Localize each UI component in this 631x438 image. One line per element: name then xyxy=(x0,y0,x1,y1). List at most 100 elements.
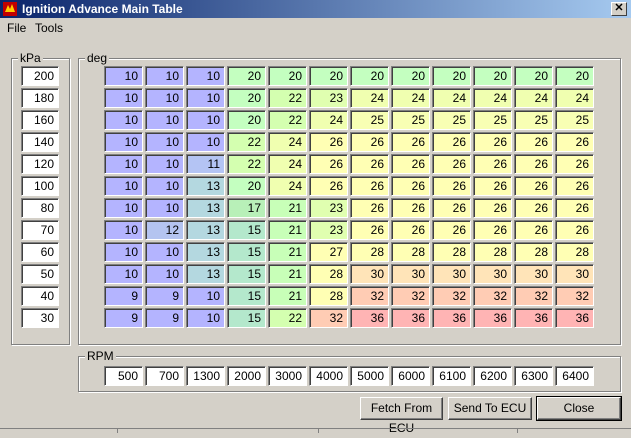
rpm-cell[interactable]: 1300 xyxy=(186,366,225,386)
table-cell[interactable]: 26 xyxy=(432,220,471,240)
kpa-cell[interactable]: 200 xyxy=(21,66,59,86)
table-cell[interactable]: 24 xyxy=(350,88,389,108)
table-cell[interactable]: 22 xyxy=(227,154,266,174)
table-cell[interactable]: 32 xyxy=(391,286,430,306)
kpa-cell[interactable]: 50 xyxy=(21,264,59,284)
table-cell[interactable]: 36 xyxy=(555,308,594,328)
table-cell[interactable]: 26 xyxy=(555,132,594,152)
table-cell[interactable]: 10 xyxy=(104,66,143,86)
table-cell[interactable]: 26 xyxy=(350,176,389,196)
table-cell[interactable]: 20 xyxy=(227,88,266,108)
table-cell[interactable]: 28 xyxy=(514,242,553,262)
table-cell[interactable]: 25 xyxy=(391,110,430,130)
table-cell[interactable]: 15 xyxy=(227,286,266,306)
table-cell[interactable]: 25 xyxy=(514,110,553,130)
table-cell[interactable]: 26 xyxy=(473,132,512,152)
table-cell[interactable]: 25 xyxy=(473,110,512,130)
rpm-cell[interactable]: 2000 xyxy=(227,366,266,386)
kpa-cell[interactable]: 180 xyxy=(21,88,59,108)
table-cell[interactable]: 32 xyxy=(309,308,348,328)
table-cell[interactable]: 24 xyxy=(268,154,307,174)
table-cell[interactable]: 26 xyxy=(555,176,594,196)
table-cell[interactable]: 28 xyxy=(391,242,430,262)
table-cell[interactable]: 10 xyxy=(186,132,225,152)
table-cell[interactable]: 24 xyxy=(555,88,594,108)
table-cell[interactable]: 28 xyxy=(309,264,348,284)
kpa-cell[interactable]: 100 xyxy=(21,176,59,196)
table-cell[interactable]: 21 xyxy=(268,242,307,262)
table-cell[interactable]: 32 xyxy=(514,286,553,306)
table-cell[interactable]: 13 xyxy=(186,198,225,218)
table-cell[interactable]: 23 xyxy=(309,220,348,240)
table-cell[interactable]: 26 xyxy=(309,132,348,152)
fetch-from-ecu-button[interactable]: Fetch From ECU xyxy=(360,397,443,435)
rpm-cell[interactable]: 4000 xyxy=(309,366,348,386)
table-cell[interactable]: 10 xyxy=(186,286,225,306)
table-cell[interactable]: 26 xyxy=(514,154,553,174)
table-cell[interactable]: 20 xyxy=(227,110,266,130)
table-cell[interactable]: 10 xyxy=(186,110,225,130)
table-cell[interactable]: 20 xyxy=(432,66,471,86)
table-cell[interactable]: 26 xyxy=(514,176,553,196)
table-cell[interactable]: 26 xyxy=(514,198,553,218)
table-cell[interactable]: 10 xyxy=(145,88,184,108)
table-cell[interactable]: 10 xyxy=(145,264,184,284)
rpm-cell[interactable]: 6100 xyxy=(432,366,471,386)
table-cell[interactable]: 28 xyxy=(432,242,471,262)
table-cell[interactable]: 30 xyxy=(350,264,389,284)
menu-tools[interactable]: Tools xyxy=(35,21,63,35)
kpa-cell[interactable]: 120 xyxy=(21,154,59,174)
table-cell[interactable]: 26 xyxy=(309,176,348,196)
table-cell[interactable]: 22 xyxy=(268,110,307,130)
table-cell[interactable]: 24 xyxy=(514,88,553,108)
table-cell[interactable]: 15 xyxy=(227,308,266,328)
kpa-cell[interactable]: 60 xyxy=(21,242,59,262)
table-cell[interactable]: 10 xyxy=(145,110,184,130)
table-cell[interactable]: 26 xyxy=(473,220,512,240)
table-cell[interactable]: 22 xyxy=(227,132,266,152)
table-cell[interactable]: 25 xyxy=(350,110,389,130)
table-cell[interactable]: 26 xyxy=(350,132,389,152)
table-cell[interactable]: 10 xyxy=(104,154,143,174)
table-cell[interactable]: 26 xyxy=(555,220,594,240)
table-cell[interactable]: 26 xyxy=(473,154,512,174)
send-to-ecu-button[interactable]: Send To ECU xyxy=(448,397,532,420)
table-cell[interactable]: 30 xyxy=(391,264,430,284)
table-cell[interactable]: 20 xyxy=(268,66,307,86)
table-cell[interactable]: 10 xyxy=(186,66,225,86)
table-cell[interactable]: 15 xyxy=(227,220,266,240)
kpa-cell[interactable]: 70 xyxy=(21,220,59,240)
table-cell[interactable]: 30 xyxy=(514,264,553,284)
table-cell[interactable]: 10 xyxy=(145,198,184,218)
table-cell[interactable]: 20 xyxy=(350,66,389,86)
table-cell[interactable]: 20 xyxy=(473,66,512,86)
table-cell[interactable]: 26 xyxy=(309,154,348,174)
table-cell[interactable]: 10 xyxy=(145,242,184,262)
table-cell[interactable]: 10 xyxy=(104,198,143,218)
rpm-cell[interactable]: 6300 xyxy=(514,366,553,386)
table-cell[interactable]: 28 xyxy=(350,242,389,262)
table-cell[interactable]: 26 xyxy=(432,176,471,196)
table-cell[interactable]: 24 xyxy=(391,88,430,108)
table-cell[interactable]: 26 xyxy=(473,176,512,196)
table-cell[interactable]: 21 xyxy=(268,198,307,218)
table-cell[interactable]: 21 xyxy=(268,286,307,306)
table-cell[interactable]: 10 xyxy=(104,264,143,284)
table-cell[interactable]: 10 xyxy=(104,242,143,262)
table-cell[interactable]: 10 xyxy=(145,154,184,174)
table-cell[interactable]: 26 xyxy=(514,132,553,152)
rpm-cell[interactable]: 6000 xyxy=(391,366,430,386)
table-cell[interactable]: 15 xyxy=(227,264,266,284)
table-cell[interactable]: 36 xyxy=(391,308,430,328)
table-cell[interactable]: 10 xyxy=(104,110,143,130)
table-cell[interactable]: 10 xyxy=(145,66,184,86)
table-cell[interactable]: 28 xyxy=(555,242,594,262)
table-cell[interactable]: 26 xyxy=(432,198,471,218)
table-cell[interactable]: 26 xyxy=(555,154,594,174)
table-cell[interactable]: 26 xyxy=(432,154,471,174)
table-cell[interactable]: 12 xyxy=(145,220,184,240)
kpa-cell[interactable]: 80 xyxy=(21,198,59,218)
table-cell[interactable]: 20 xyxy=(227,66,266,86)
kpa-cell[interactable]: 160 xyxy=(21,110,59,130)
kpa-cell[interactable]: 40 xyxy=(21,286,59,306)
